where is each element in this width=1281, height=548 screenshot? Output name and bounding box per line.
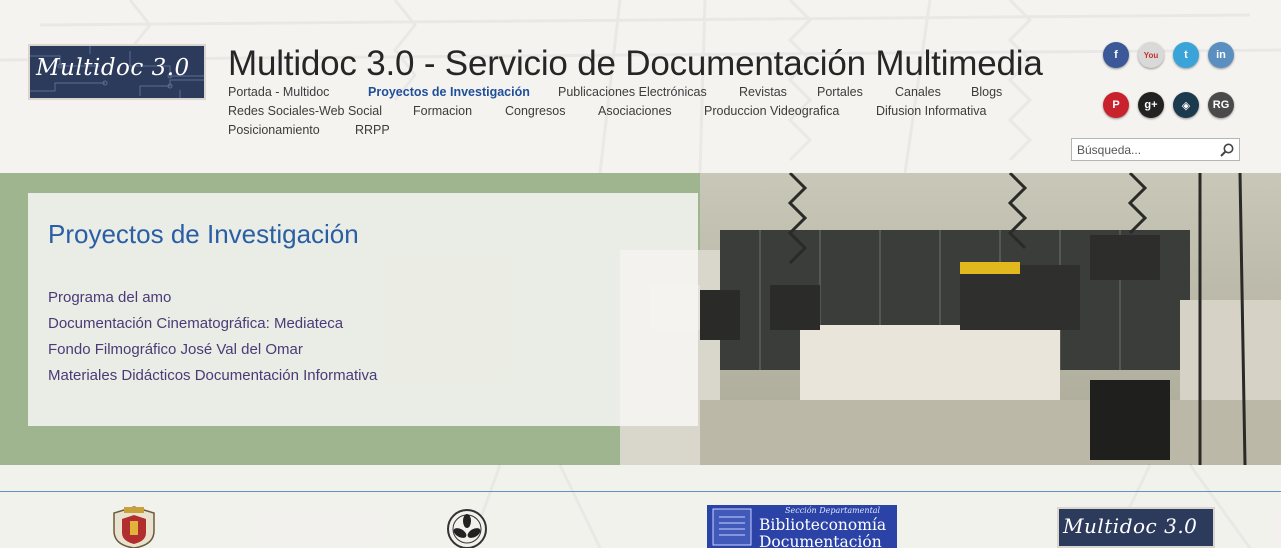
nav-item-revistas[interactable]: Revistas bbox=[739, 85, 787, 99]
site-logo[interactable]: Multidoc 3.0 bbox=[28, 44, 206, 100]
pinterest-glyph: P bbox=[1112, 99, 1120, 111]
nav-item-asociaciones[interactable]: Asociaciones bbox=[598, 104, 672, 118]
researchgate-glyph: RG bbox=[1212, 99, 1230, 111]
link-programa-del-amo[interactable]: Programa del amo bbox=[48, 289, 377, 315]
nav-item-formacion[interactable]: Formacion bbox=[413, 104, 472, 118]
nav-row-2: Redes Sociales-Web Social Formacion Cong… bbox=[228, 104, 1048, 123]
book-emblem-icon bbox=[712, 508, 752, 546]
youtube-icon[interactable]: You bbox=[1138, 42, 1164, 68]
site-title[interactable]: Multidoc 3.0 - Servicio de Documentación… bbox=[228, 44, 1043, 84]
facebook-icon[interactable]: f bbox=[1103, 42, 1129, 68]
footer-divider bbox=[0, 491, 1281, 492]
twitter-glyph: t bbox=[1184, 49, 1188, 61]
twitter-icon[interactable]: t bbox=[1173, 42, 1199, 68]
bib-line-1: Biblioteconomía bbox=[759, 516, 887, 534]
nav-item-rrpp[interactable]: RRPP bbox=[355, 123, 390, 137]
googleplus-icon[interactable]: g+ bbox=[1138, 92, 1164, 118]
academia-icon[interactable]: ◈ bbox=[1173, 92, 1199, 118]
facebook-glyph: f bbox=[1114, 49, 1118, 61]
seal-logo[interactable] bbox=[441, 505, 493, 548]
nav-item-publicaciones[interactable]: Publicaciones Electrónicas bbox=[558, 85, 707, 99]
linkedin-glyph: in bbox=[1216, 49, 1226, 61]
main-navigation: Portada - Multidoc Proyectos de Investig… bbox=[228, 85, 1048, 142]
bib-line-2: Documentación bbox=[759, 533, 882, 548]
nav-item-blogs[interactable]: Blogs bbox=[971, 85, 1002, 99]
nav-item-posicionamiento[interactable]: Posicionamiento bbox=[228, 123, 320, 137]
nav-item-portada[interactable]: Portada - Multidoc bbox=[228, 85, 329, 99]
search-input[interactable] bbox=[1077, 141, 1217, 158]
nav-item-canales[interactable]: Canales bbox=[895, 85, 941, 99]
nav-item-portales[interactable]: Portales bbox=[817, 85, 863, 99]
content-panel: Proyectos de Investigación Programa del … bbox=[28, 193, 698, 426]
nav-item-redes-sociales[interactable]: Redes Sociales-Web Social bbox=[228, 104, 382, 118]
link-documentacion-cinematografica[interactable]: Documentación Cinematográfica: Mediateca bbox=[48, 315, 377, 341]
bib-subtitle: Sección Departamental bbox=[785, 506, 881, 515]
academia-glyph: ◈ bbox=[1181, 99, 1191, 112]
nav-row-3: Posicionamiento RRPP bbox=[228, 123, 1048, 142]
nav-item-difusion[interactable]: Difusion Informativa bbox=[876, 104, 986, 118]
link-materiales-didacticos[interactable]: Materiales Didácticos Documentación Info… bbox=[48, 367, 377, 393]
university-crest-logo[interactable] bbox=[110, 505, 158, 548]
biblioteconomia-logo[interactable]: Sección Departamental Biblioteconomía Do… bbox=[707, 505, 897, 548]
researchgate-icon[interactable]: RG bbox=[1208, 92, 1234, 118]
nav-row-1: Portada - Multidoc Proyectos de Investig… bbox=[228, 85, 1048, 104]
footer-site-logo[interactable]: Multidoc 3.0 bbox=[1057, 507, 1215, 548]
link-fondo-filmografico[interactable]: Fondo Filmográfico José Val del Omar bbox=[48, 341, 377, 367]
logo-text: Multidoc 3.0 bbox=[36, 55, 190, 81]
page-title: Proyectos de Investigación bbox=[48, 219, 359, 249]
linkedin-icon[interactable]: in bbox=[1208, 42, 1234, 68]
search-icon[interactable] bbox=[1219, 142, 1235, 158]
footer-logo-text: Multidoc 3.0 bbox=[1063, 514, 1198, 538]
nav-item-congresos[interactable]: Congresos bbox=[505, 104, 565, 118]
nav-item-proyectos[interactable]: Proyectos de Investigación bbox=[368, 85, 530, 99]
project-links: Programa del amo Documentación Cinematog… bbox=[48, 289, 377, 393]
nav-item-produccion[interactable]: Produccion Videografica bbox=[704, 104, 839, 118]
search-box bbox=[1071, 138, 1240, 161]
pinterest-icon[interactable]: P bbox=[1103, 92, 1129, 118]
googleplus-glyph: g+ bbox=[1144, 99, 1158, 111]
youtube-glyph: You bbox=[1143, 50, 1159, 60]
